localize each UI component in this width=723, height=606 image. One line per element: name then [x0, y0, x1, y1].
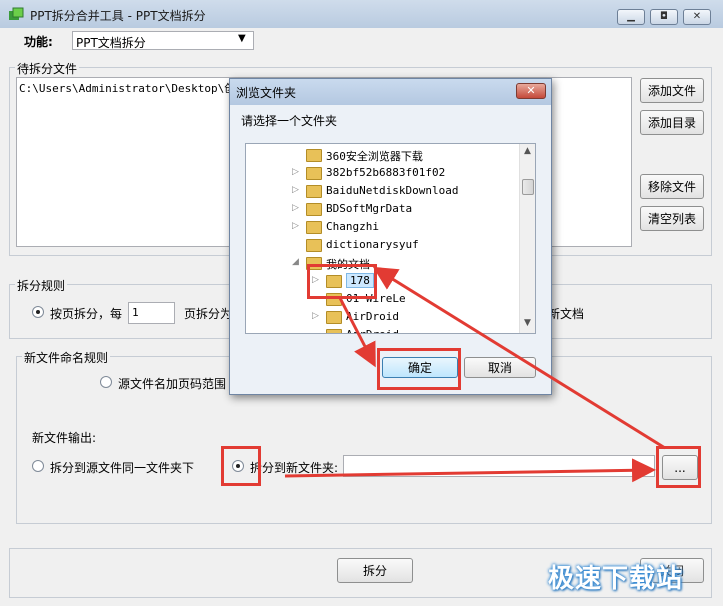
arrow-browse-to-folder: [372, 266, 666, 450]
arrow-radio-to-browse: [284, 458, 656, 483]
arrow-folder-to-ok: [338, 297, 376, 368]
annotation-arrows: [284, 266, 666, 483]
watermark-logo: 极速下载站: [548, 564, 684, 594]
